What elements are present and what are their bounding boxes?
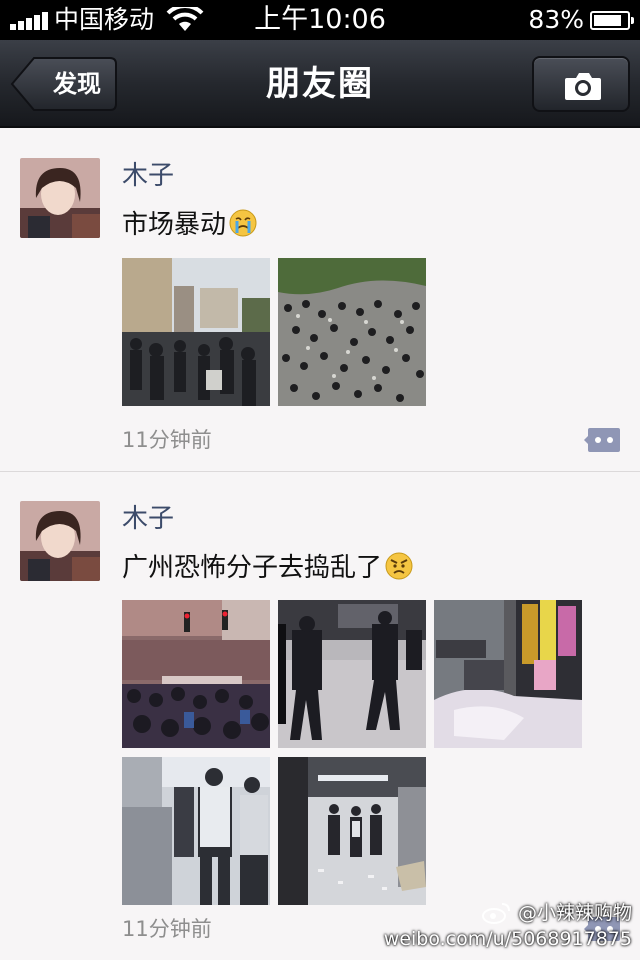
post-text-content: 市场暴动 xyxy=(122,210,227,240)
weibo-watermark: @小辣辣购物 weibo.com/u/5068917875 xyxy=(384,900,632,952)
crowd-intersection-photo[interactable] xyxy=(122,600,270,748)
moment-post: 木子 市场暴动 11分钟前 xyxy=(0,130,640,472)
camera-button[interactable] xyxy=(532,56,630,112)
crowd-street-photo[interactable] xyxy=(122,258,270,406)
angry-face-emoji xyxy=(385,552,413,580)
mall-floor-photo[interactable] xyxy=(278,757,426,905)
post-text: 广州恐怖分子去捣乱了 xyxy=(122,551,414,585)
post-text-content: 广州恐怖分子去捣乱了 xyxy=(122,553,383,583)
police-street-photo[interactable] xyxy=(278,600,426,748)
market-stalls-photo[interactable] xyxy=(434,600,582,748)
moment-post: 木子 广州恐怖分子去捣乱了 11分钟前 xyxy=(0,473,640,960)
weibo-logo-icon xyxy=(481,903,510,924)
post-timestamp: 11分钟前 xyxy=(122,428,212,452)
battery-percent: 83% xyxy=(528,5,584,34)
avatar[interactable] xyxy=(20,501,100,581)
battery-icon xyxy=(590,11,634,30)
crowd-aerial-photo[interactable] xyxy=(278,258,426,406)
watermark-handle: @小辣辣购物 xyxy=(517,902,632,924)
battery-fill xyxy=(594,15,621,26)
post-timestamp: 11分钟前 xyxy=(122,917,212,941)
comment-icon[interactable] xyxy=(584,426,622,454)
avatar[interactable] xyxy=(20,158,100,238)
camera-icon xyxy=(565,73,601,100)
author-name[interactable]: 木子 xyxy=(122,503,174,535)
status-bar: 中国移动 上午10:06 83% xyxy=(0,0,640,40)
author-name[interactable]: 木子 xyxy=(122,160,174,192)
crying-face-emoji xyxy=(229,209,257,237)
post-text: 市场暴动 xyxy=(122,208,258,242)
nav-bar: 发现 朋友圈 xyxy=(0,40,640,128)
market-corridor-photo[interactable] xyxy=(122,757,270,905)
watermark-url: weibo.com/u/5068917875 xyxy=(383,928,632,950)
moments-feed[interactable]: 木子 市场暴动 11分钟前 木子 广州恐怖分子去捣乱了 11分钟前 xyxy=(0,130,640,960)
